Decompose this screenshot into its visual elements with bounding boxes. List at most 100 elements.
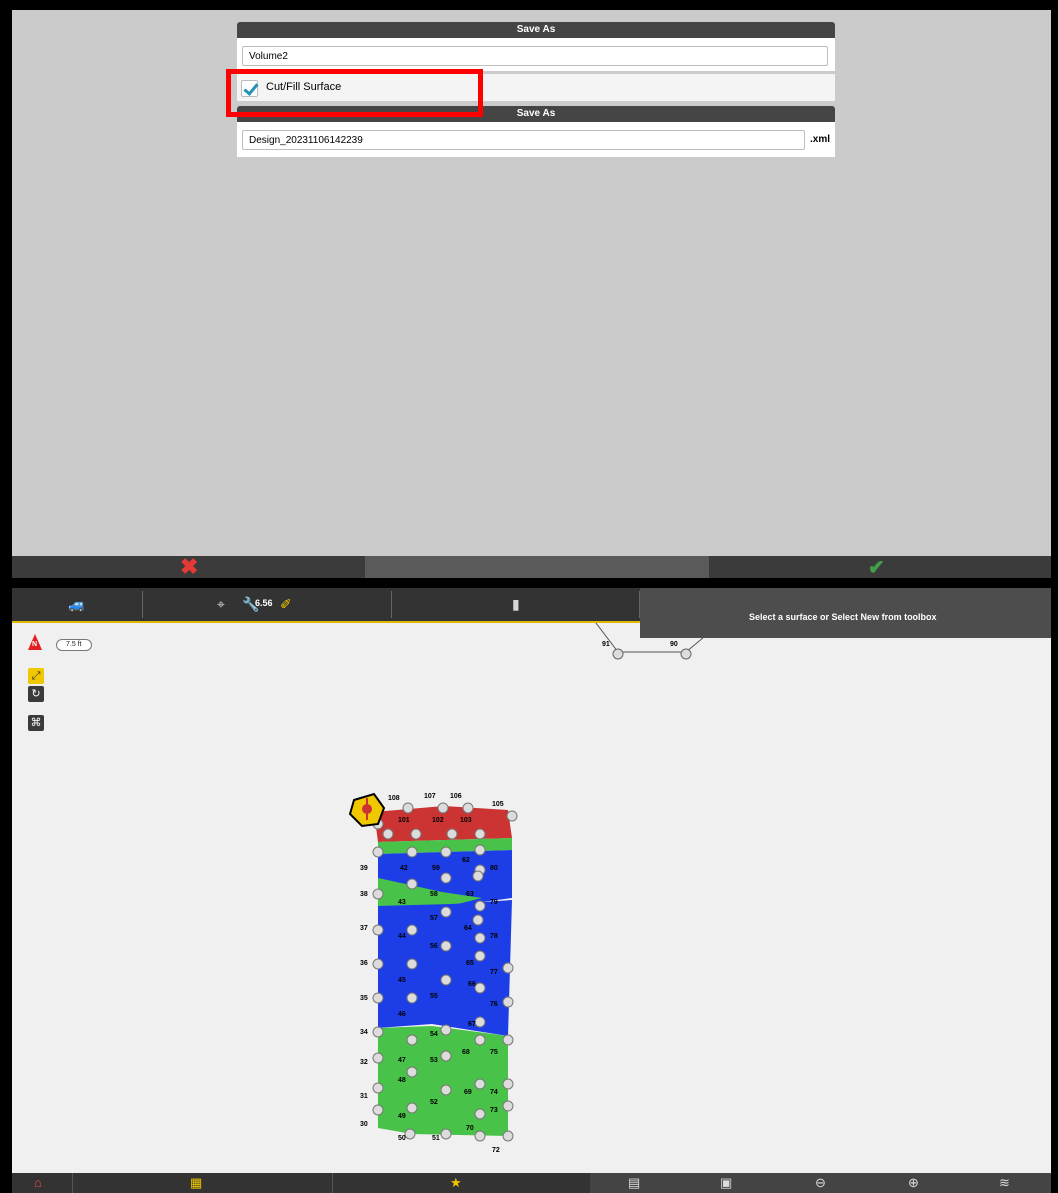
survey-point[interactable]: [472, 870, 484, 882]
survey-point[interactable]: [406, 878, 418, 890]
survey-point[interactable]: [474, 828, 486, 840]
zoom-extents-button[interactable]: ⤢: [28, 668, 44, 684]
survey-point[interactable]: [474, 900, 486, 912]
survey-point[interactable]: [372, 924, 384, 936]
point-label: 72: [492, 1147, 500, 1154]
file-save-panel: Design_20231106142239 .xml: [237, 122, 835, 157]
layers-button[interactable]: ≋: [961, 1173, 1051, 1193]
survey-point[interactable]: [502, 1100, 514, 1112]
survey-point[interactable]: [502, 1034, 514, 1046]
survey-point[interactable]: [474, 844, 486, 856]
survey-point[interactable]: [372, 992, 384, 1004]
cancel-button[interactable]: ✖: [180, 554, 198, 580]
survey-point[interactable]: [462, 802, 474, 814]
survey-point[interactable]: [440, 906, 452, 918]
survey-point[interactable]: [372, 1052, 384, 1064]
survey-point[interactable]: [474, 1034, 486, 1046]
surveyor-button[interactable]: ▦: [72, 1173, 333, 1193]
survey-point[interactable]: [406, 924, 418, 936]
zoom-out-icon: ⊖: [815, 1175, 826, 1190]
survey-point[interactable]: [440, 1084, 452, 1096]
survey-point[interactable]: [406, 1034, 418, 1046]
point-label: 76: [490, 1001, 498, 1008]
point-label: 102: [432, 817, 444, 824]
point-label: 34: [360, 1029, 368, 1036]
home-vehicle-icon[interactable]: 🚙: [68, 596, 85, 613]
message-panel: Select a surface or Select New from tool…: [640, 588, 1051, 638]
zoom-out-button[interactable]: ⊖: [775, 1173, 869, 1193]
point-label: 47: [398, 1057, 406, 1064]
point-label: 70: [466, 1125, 474, 1132]
surveyor-icon: ▦: [190, 1175, 203, 1190]
point-label: 39: [360, 865, 368, 872]
fit-selection-button[interactable]: ⌘: [28, 715, 44, 731]
survey-point[interactable]: [474, 932, 486, 944]
point-label: 105: [492, 801, 504, 808]
save-as-panel: Volume2: [237, 38, 835, 71]
table-button[interactable]: ▤: [590, 1173, 683, 1193]
survey-point[interactable]: [410, 828, 422, 840]
map-canvas[interactable]: 91 90 108 107 106 105 101 102 103 39 42 59 62 80 38 5…: [12, 588, 1051, 1193]
survey-point[interactable]: [474, 950, 486, 962]
file-name-field[interactable]: Design_20231106142239: [242, 130, 805, 150]
point-label: 79: [490, 899, 498, 906]
calculator-button[interactable]: ▣: [682, 1173, 776, 1193]
survey-point[interactable]: [502, 1078, 514, 1090]
survey-point[interactable]: [440, 1050, 452, 1062]
dialog-footer: ✖ ✔: [12, 554, 1051, 580]
survey-point[interactable]: [372, 1104, 384, 1116]
point-label: 46: [398, 1011, 406, 1018]
survey-point[interactable]: [474, 1078, 486, 1090]
survey-point[interactable]: [402, 802, 414, 814]
point-label: 44: [398, 933, 406, 940]
survey-point[interactable]: [437, 802, 449, 814]
survey-point[interactable]: [474, 982, 486, 994]
point-label: 66: [468, 981, 476, 988]
survey-point[interactable]: [372, 846, 384, 858]
survey-point[interactable]: [502, 962, 514, 974]
survey-point[interactable]: [372, 1026, 384, 1038]
rotate-button[interactable]: ↻: [28, 686, 44, 702]
surface-name-field[interactable]: Volume2: [242, 46, 828, 66]
rod-height-reading: 6.56: [255, 598, 273, 608]
survey-point[interactable]: [440, 974, 452, 986]
survey-point[interactable]: [372, 958, 384, 970]
rotate-icon: ↻: [31, 688, 41, 700]
survey-point[interactable]: [440, 1128, 452, 1140]
point-label: 56: [430, 943, 438, 950]
table-icon: ▤: [628, 1175, 641, 1190]
survey-point[interactable]: [372, 1082, 384, 1094]
zoom-in-button[interactable]: ⊕: [868, 1173, 962, 1193]
map-screen: 91 90 108 107 106 105 101 102 103 39 42 59 62 80 38 5…: [12, 588, 1051, 1193]
home-icon: ⌂: [34, 1175, 42, 1190]
survey-point[interactable]: [372, 888, 384, 900]
layers-icon: ≋: [999, 1175, 1010, 1190]
point-label: 54: [430, 1031, 438, 1038]
survey-point[interactable]: [406, 958, 418, 970]
survey-point[interactable]: [382, 828, 394, 840]
survey-point[interactable]: [472, 914, 484, 926]
survey-point[interactable]: [406, 1066, 418, 1078]
survey-point[interactable]: [474, 1016, 486, 1028]
survey-point[interactable]: [474, 1130, 486, 1142]
survey-point[interactable]: [502, 1130, 514, 1142]
point-label: 30: [360, 1121, 368, 1128]
survey-point[interactable]: [406, 992, 418, 1004]
point-label: 36: [360, 960, 368, 967]
gps-status-icon[interactable]: ⌖: [217, 596, 225, 613]
battery-icon[interactable]: ▮: [512, 596, 520, 613]
survey-point[interactable]: [474, 1108, 486, 1120]
survey-point[interactable]: [440, 1024, 452, 1036]
favorites-button[interactable]: ★: [332, 1173, 591, 1193]
survey-point[interactable]: [440, 846, 452, 858]
ok-button[interactable]: ✔: [868, 555, 885, 580]
survey-point[interactable]: [406, 846, 418, 858]
survey-point[interactable]: [406, 1102, 418, 1114]
survey-point[interactable]: [446, 828, 458, 840]
home-button[interactable]: ⌂: [12, 1173, 73, 1193]
survey-point[interactable]: [440, 940, 452, 952]
survey-point[interactable]: [502, 996, 514, 1008]
survey-point[interactable]: [404, 1128, 416, 1140]
survey-point[interactable]: [506, 810, 518, 822]
survey-point[interactable]: [440, 872, 452, 884]
